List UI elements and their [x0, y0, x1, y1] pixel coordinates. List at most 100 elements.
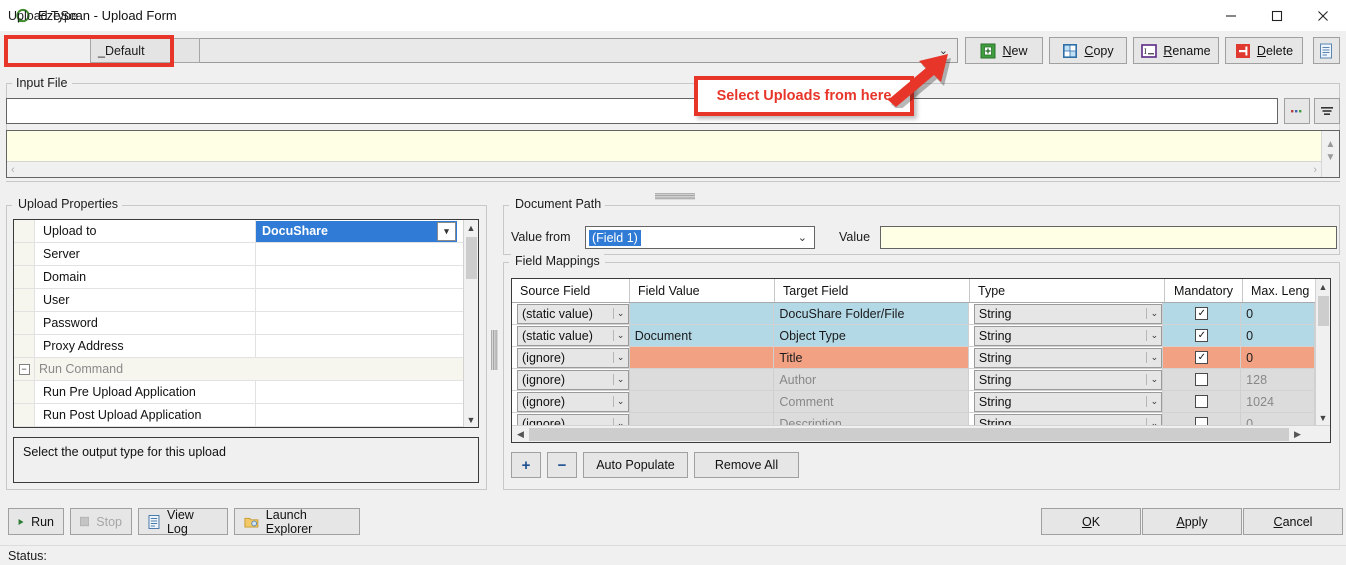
- property-row[interactable]: Upload toDocuShare▾: [14, 220, 463, 243]
- property-row[interactable]: Password: [14, 312, 463, 335]
- field-value-cell[interactable]: [630, 413, 775, 425]
- property-row[interactable]: User: [14, 289, 463, 312]
- mandatory-checkbox[interactable]: [1195, 395, 1208, 408]
- target-field-cell[interactable]: Comment: [774, 391, 969, 412]
- upload-type-combo[interactable]: ⌄: [90, 38, 958, 63]
- property-value[interactable]: [255, 243, 463, 265]
- chevron-down-icon[interactable]: ⌄: [1146, 374, 1161, 385]
- scroll-right-icon[interactable]: ▶: [1289, 426, 1306, 442]
- max-length-cell[interactable]: 0: [1241, 303, 1315, 324]
- source-field-combo[interactable]: (static value)⌄: [517, 304, 629, 324]
- chevron-down-icon[interactable]: ⌄: [1146, 330, 1161, 341]
- property-row[interactable]: −Run Command: [14, 358, 463, 381]
- table-row[interactable]: (static value)⌄DocumentObject TypeString…: [512, 325, 1315, 347]
- target-field-cell[interactable]: Description: [774, 413, 969, 425]
- type-cell[interactable]: String⌄: [969, 347, 1164, 368]
- scroll-up-icon[interactable]: ▲: [1316, 279, 1331, 294]
- max-length-cell[interactable]: 0: [1241, 347, 1315, 368]
- source-field-combo[interactable]: (ignore)⌄: [517, 348, 629, 368]
- mandatory-cell[interactable]: ✓: [1163, 325, 1241, 346]
- type-combo[interactable]: String⌄: [974, 348, 1163, 368]
- source-field-cell[interactable]: (ignore)⌄: [512, 347, 630, 368]
- delete-button[interactable]: Delete: [1225, 37, 1303, 64]
- new-button[interactable]: NNewew: [965, 37, 1043, 64]
- scroll-down-icon[interactable]: ▼: [1316, 410, 1331, 425]
- minimize-button[interactable]: [1208, 0, 1254, 31]
- add-mapping-button[interactable]: +: [511, 452, 541, 478]
- browse-button[interactable]: [1284, 98, 1310, 124]
- source-field-combo[interactable]: (ignore)⌄: [517, 414, 629, 426]
- scrollbar-thumb[interactable]: [466, 237, 477, 279]
- remove-mapping-button[interactable]: −: [547, 452, 577, 478]
- chevron-down-icon[interactable]: ⌄: [1146, 308, 1161, 319]
- column-header[interactable]: Source Field: [512, 279, 630, 302]
- target-field-cell[interactable]: Author: [774, 369, 969, 390]
- property-value[interactable]: [255, 289, 463, 311]
- source-field-cell[interactable]: (static value)⌄: [512, 325, 630, 346]
- column-header[interactable]: Target Field: [775, 279, 970, 302]
- type-combo[interactable]: String⌄: [974, 326, 1163, 346]
- max-length-cell[interactable]: 1024: [1241, 391, 1315, 412]
- mandatory-cell[interactable]: ✓: [1163, 347, 1241, 368]
- category-expander-cell[interactable]: −: [14, 358, 35, 380]
- max-length-cell[interactable]: 128: [1241, 369, 1315, 390]
- copy-button[interactable]: Copy: [1049, 37, 1127, 64]
- column-header[interactable]: Mandatory: [1165, 279, 1243, 302]
- scroll-left-icon[interactable]: ◀: [512, 426, 529, 442]
- value-input[interactable]: [880, 226, 1337, 249]
- column-header[interactable]: Max. Leng: [1243, 279, 1317, 302]
- chevron-down-icon[interactable]: ⌄: [1146, 396, 1161, 407]
- target-field-cell[interactable]: Object Type: [774, 325, 969, 346]
- collapse-icon[interactable]: −: [19, 364, 30, 375]
- input-file-list[interactable]: ▲ ▼ ‹ ›: [6, 130, 1340, 178]
- field-mappings-hscrollbar[interactable]: ◀ ▶: [512, 425, 1330, 442]
- remove-all-button[interactable]: Remove All: [694, 452, 799, 478]
- mandatory-checkbox[interactable]: ✓: [1195, 307, 1208, 320]
- target-field-cell[interactable]: DocuShare Folder/File: [774, 303, 969, 324]
- property-row[interactable]: Run Pre Upload Application: [14, 381, 463, 404]
- ok-button[interactable]: OK: [1041, 508, 1141, 535]
- chevron-down-icon[interactable]: ⌄: [613, 374, 628, 385]
- close-button[interactable]: [1300, 0, 1346, 31]
- maximize-button[interactable]: [1254, 0, 1300, 31]
- view-log-button[interactable]: View Log: [138, 508, 228, 535]
- type-combo[interactable]: String⌄: [974, 414, 1163, 426]
- property-value-selected[interactable]: DocuShare▾: [256, 221, 457, 242]
- source-field-combo[interactable]: (ignore)⌄: [517, 370, 629, 390]
- chevron-down-icon[interactable]: ⌄: [613, 308, 628, 319]
- property-value[interactable]: [255, 404, 463, 426]
- table-row[interactable]: (ignore)⌄ CommentString⌄ 1024: [512, 391, 1315, 413]
- property-row[interactable]: Proxy Address: [14, 335, 463, 358]
- source-field-cell[interactable]: (ignore)⌄: [512, 391, 630, 412]
- type-cell[interactable]: String⌄: [969, 391, 1164, 412]
- mandatory-cell[interactable]: [1163, 369, 1241, 390]
- input-file-list-vscrollbar[interactable]: ▲ ▼: [1321, 131, 1339, 177]
- mandatory-checkbox[interactable]: ✓: [1195, 351, 1208, 364]
- vertical-splitter[interactable]: [487, 225, 501, 455]
- source-field-combo[interactable]: (ignore)⌄: [517, 392, 629, 412]
- scroll-down-icon[interactable]: ▼: [464, 412, 479, 427]
- chevron-down-icon[interactable]: ⌄: [613, 330, 628, 341]
- upload-properties-vscrollbar[interactable]: ▲ ▼: [463, 220, 478, 427]
- source-field-combo[interactable]: (static value)⌄: [517, 326, 629, 346]
- mandatory-cell[interactable]: [1163, 413, 1241, 425]
- type-combo[interactable]: String⌄: [974, 304, 1163, 324]
- upload-properties-table[interactable]: Upload toDocuShare▾ServerDomainUserPassw…: [13, 219, 479, 428]
- rename-button[interactable]: I Rename: [1133, 37, 1219, 64]
- chevron-down-icon[interactable]: ⌄: [613, 418, 628, 425]
- chevron-down-icon[interactable]: ⌄: [613, 352, 628, 363]
- input-file-list-hscrollbar[interactable]: ‹ ›: [7, 161, 1321, 177]
- table-row[interactable]: (static value)⌄ DocuShare Folder/FileStri…: [512, 303, 1315, 325]
- property-value[interactable]: [255, 358, 463, 380]
- property-value[interactable]: [255, 381, 463, 403]
- field-mappings-table[interactable]: Source FieldField ValueTarget FieldTypeM…: [511, 278, 1331, 443]
- source-field-cell[interactable]: (ignore)⌄: [512, 413, 630, 425]
- input-file-path-field[interactable]: [6, 98, 1278, 124]
- source-field-cell[interactable]: (ignore)⌄: [512, 369, 630, 390]
- property-value[interactable]: DocuShare▾: [255, 220, 463, 242]
- value-from-combo[interactable]: (Field 1) ⌄: [585, 226, 815, 249]
- mandatory-checkbox[interactable]: [1195, 417, 1208, 425]
- target-field-cell[interactable]: Title: [774, 347, 969, 368]
- mandatory-checkbox[interactable]: ✓: [1195, 329, 1208, 342]
- property-row[interactable]: Domain: [14, 266, 463, 289]
